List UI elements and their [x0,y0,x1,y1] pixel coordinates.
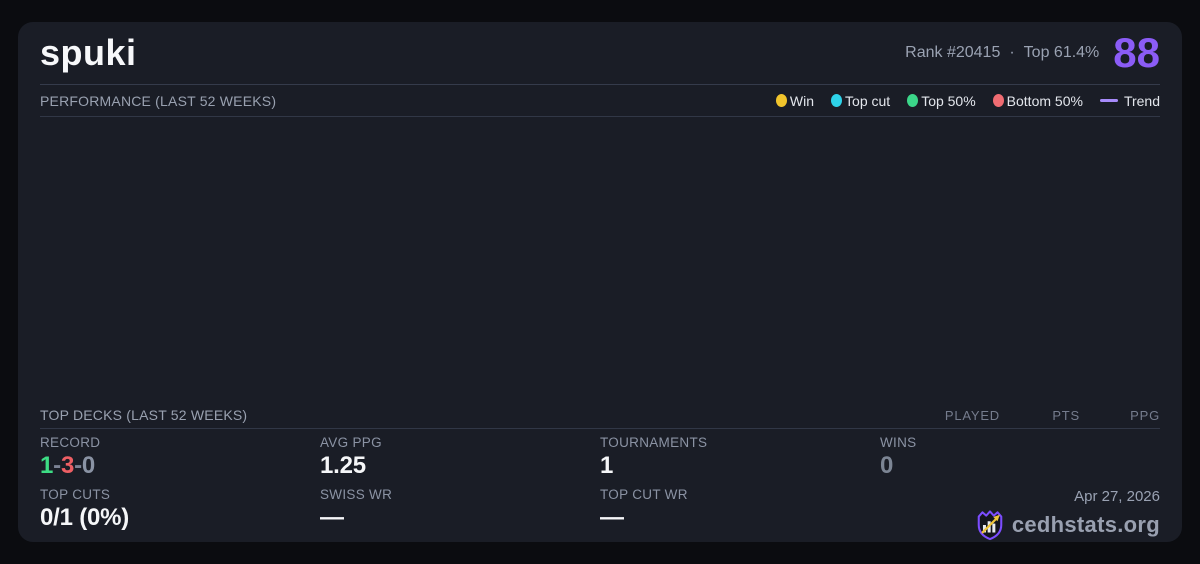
stat-value: — [320,503,344,531]
stat-avg-ppg: AVG PPG 1.25 [320,434,600,486]
brand: cedhstats.org [975,509,1160,541]
performance-header-row: PERFORMANCE (LAST 52 WEEKS) Win Top cut … [40,85,1160,117]
trend-line-icon [1099,99,1118,102]
stat-top-cut-wr: TOP CUT WR — [600,486,880,542]
performance-section-title: PERFORMANCE (LAST 52 WEEKS) [40,92,277,109]
record-value: 1-3-0 [40,452,320,480]
stat-label: WINS [880,435,917,450]
top-decks-column-headers: PLAYED PTS PPG [936,408,1160,423]
stat-value: 1.25 [320,451,366,479]
card-header: spuki Rank #20415 · Top 61.4% 88 [40,22,1160,85]
win-dot-icon [775,94,787,107]
stat-label: TOURNAMENTS [600,435,708,450]
legend-label: Win [789,92,815,109]
record-losses: 3 [60,451,75,479]
stat-swiss-wr: SWISS WR — [320,486,600,542]
record-separator: - [74,451,82,479]
stat-value: 0/1 (0%) [40,503,130,531]
rank-text: Rank #20415 [905,44,1001,61]
brand-text: cedhstats.org [1011,512,1160,537]
rank-line: Rank #20415 · Top 61.4% [905,44,1099,62]
stat-value: 1 [600,451,614,479]
legend-label: Top 50% [921,92,976,109]
legend-item-top-cut: Top cut [831,93,890,109]
record-separator: - [53,451,61,479]
stat-label: AVG PPG [320,435,382,450]
legend-label: Top cut [845,92,891,109]
rank-separator: · [1009,44,1015,61]
column-header-pts: PTS [1052,407,1080,423]
performance-chart [40,117,1160,402]
stat-label: TOP CUTS [40,487,111,502]
legend-label: Trend [1123,92,1160,109]
stats-grid: RECORD 1-3-0 AVG PPG 1.25 TOURNAMENTS 1 … [40,429,1160,542]
legend-item-top50: Top 50% [907,92,976,109]
legend-label: Bottom 50% [1006,92,1083,109]
rank-score-group: Rank #20415 · Top 61.4% 88 [905,32,1160,74]
record-wins: 1 [40,451,54,479]
column-header-played: PLAYED [944,407,1000,423]
stat-label: SWISS WR [320,487,393,502]
stat-label: RECORD [40,435,101,450]
bottom50-dot-icon [992,94,1004,107]
top-decks-section-title: TOP DECKS (LAST 52 WEEKS) [40,407,248,423]
column-header-ppg: PPG [1130,407,1160,423]
chart-legend: Win Top cut Top 50% Bottom 50% Trend [775,92,1160,109]
player-score: 88 [1113,29,1160,76]
stat-label: TOP CUT WR [600,487,688,502]
legend-item-trend: Trend [1099,92,1160,109]
top-decks-header-row: TOP DECKS (LAST 52 WEEKS) PLAYED PTS PPG [40,402,1160,429]
legend-item-bottom50: Bottom 50% [992,92,1083,109]
date-text: Apr 27, 2026 [1074,488,1160,505]
percentile-text: Top 61.4% [1023,44,1100,61]
top-cut-dot-icon [831,94,843,107]
footer-cell: Apr 27, 2026 cedhstats.org [880,486,1160,542]
legend-item-win: Win [775,92,815,109]
player-name: spuki [40,32,137,73]
stat-record: RECORD 1-3-0 [40,434,320,486]
record-draws: 0 [81,451,96,479]
player-stats-card: spuki Rank #20415 · Top 61.4% 88 PERFORM… [18,22,1182,542]
stat-wins: WINS 0 [880,434,1160,486]
stat-value: 0 [880,451,894,479]
cedhstats-logo-icon [977,510,1003,541]
top50-dot-icon [907,94,919,107]
stat-top-cuts: TOP CUTS 0/1 (0%) [40,486,320,542]
stat-tournaments: TOURNAMENTS 1 [600,434,880,486]
stat-value: — [600,503,624,531]
